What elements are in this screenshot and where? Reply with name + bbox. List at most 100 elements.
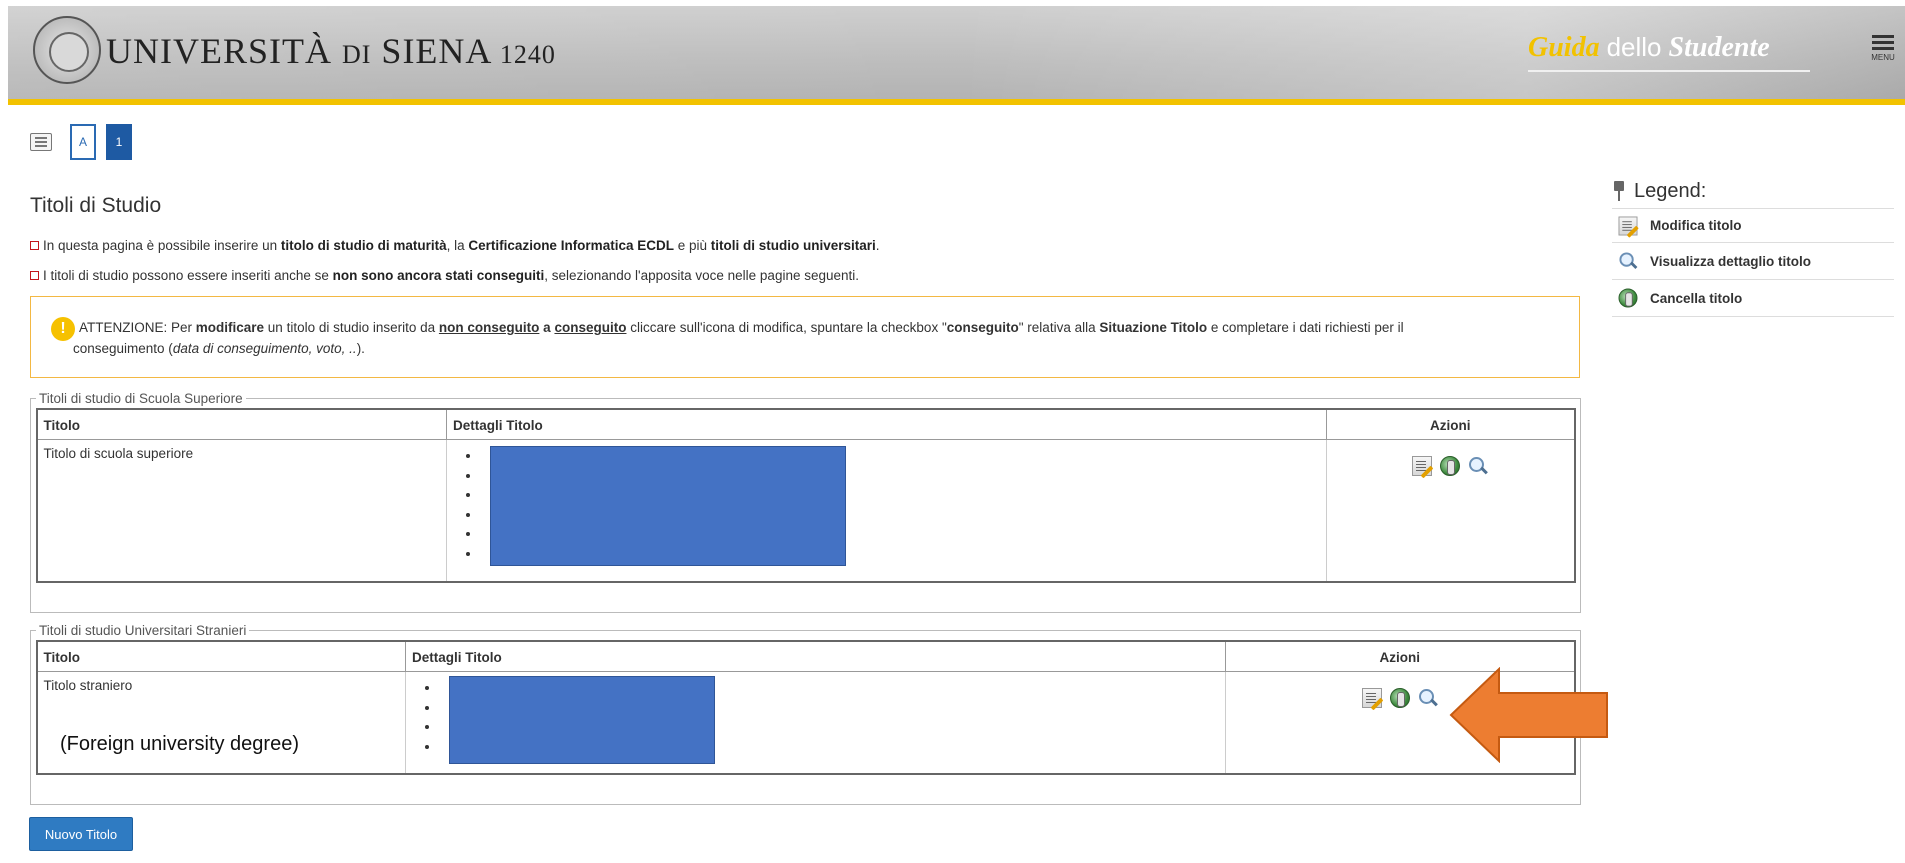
alert-text: " relativa alla	[1018, 320, 1100, 335]
intro-bold: Certificazione Informatica ECDL	[468, 238, 674, 253]
university-name-di: DI	[341, 40, 372, 69]
red-square-bullet-icon	[30, 241, 39, 250]
intro-text: e più	[673, 238, 711, 253]
list-icon-line	[35, 141, 47, 143]
list-icon-line	[35, 145, 47, 147]
site-header: UNIVERSITÀ DI SIENA 1240 Guida dello Stu…	[8, 6, 1905, 99]
foreign-titles-fieldset: Titoli di studio Universitari Stranieri …	[30, 623, 1581, 805]
alert-text: e completare i dati richiesti per il	[1207, 320, 1404, 335]
legend-title-text: Legend:	[1634, 179, 1707, 202]
row-details-cell	[446, 439, 1327, 583]
delete-globe-icon[interactable]	[1389, 688, 1410, 708]
header-accent-bar	[8, 99, 1905, 105]
foreign-titles-legend: Titoli di studio Universitari Stranieri	[39, 623, 247, 638]
intro-text: In questa pagina è possibile inserire un	[43, 238, 281, 253]
university-name[interactable]: UNIVERSITÀ DI SIENA 1240	[106, 30, 556, 72]
legend-item-label: Modifica titolo	[1650, 218, 1742, 233]
step-navigator: A 1	[30, 124, 132, 160]
delete-globe-icon	[1618, 288, 1638, 308]
legend-panel: Legend: Modifica titolo Visualizza detta…	[1612, 178, 1894, 317]
university-year: 1240	[499, 40, 556, 69]
school-titles-table: Titolo Dettagli Titolo Azioni Titolo di …	[35, 408, 1576, 583]
row-actions	[1333, 446, 1568, 476]
alert-text: ).	[356, 341, 365, 356]
table-header-row: Titolo Dettagli Titolo Azioni	[35, 408, 1576, 440]
alert-underlined: conseguito	[554, 320, 627, 335]
table-row: Titolo di scuola superiore	[35, 439, 1576, 583]
redaction-box	[490, 446, 846, 566]
edit-icon[interactable]	[1361, 688, 1382, 708]
school-titles-fieldset: Titoli di studio di Scuola Superiore Tit…	[30, 391, 1581, 613]
foreign-degree-annotation: (Foreign university degree)	[60, 733, 299, 755]
guide-word-guida: Guida	[1528, 32, 1600, 63]
alert-bold: conseguito	[946, 320, 1019, 335]
table-row: Titolo straniero	[35, 671, 1576, 775]
edit-icon[interactable]	[1412, 456, 1433, 476]
new-title-button[interactable]: Nuovo Titolo	[29, 817, 133, 851]
attention-alert: ! ATTENZIONE: Per modificare un titolo d…	[30, 296, 1580, 378]
intro-bold: non sono ancora stati conseguiti	[332, 268, 545, 283]
annotation-arrow-icon	[1449, 667, 1608, 763]
step-1-current[interactable]: 1	[106, 124, 132, 160]
alert-bold: modificare	[195, 320, 265, 335]
university-name-main: UNIVERSITÀ	[106, 31, 332, 71]
row-title-cell: Titolo di scuola superiore	[35, 439, 447, 583]
warning-icon: !	[51, 317, 75, 341]
column-header-azioni: Azioni	[1326, 408, 1576, 440]
row-actions-cell	[1326, 439, 1576, 583]
legend-item-view: Visualizza dettaglio titolo	[1612, 243, 1894, 280]
redaction-box	[449, 676, 715, 764]
list-icon-line	[35, 137, 47, 139]
alert-text: cliccare sull'icona di modifica, spuntar…	[626, 320, 947, 335]
page-title: Titoli di Studio	[30, 194, 162, 217]
edit-icon	[1618, 216, 1638, 235]
guide-word-studente: Studente	[1668, 32, 1770, 63]
alert-italic: data di conseguimento, voto, ..	[172, 341, 357, 356]
table-header-row: Titolo Dettagli Titolo Azioni	[35, 640, 1576, 672]
school-titles-legend: Titoli di studio di Scuola Superiore	[39, 391, 243, 406]
column-header-dettagli: Dettagli Titolo	[446, 408, 1327, 440]
list-icon[interactable]	[30, 133, 52, 151]
intro-bold: titolo di studio di maturità	[280, 238, 447, 253]
guide-underline	[1528, 70, 1810, 72]
legend-title: Legend:	[1612, 178, 1894, 204]
alert-bold: a	[543, 320, 551, 335]
hamburger-icon	[1872, 35, 1894, 38]
row-details-cell	[405, 671, 1226, 775]
magnifier-icon[interactable]	[1418, 688, 1438, 708]
menu-button[interactable]: MENU	[1868, 32, 1898, 72]
column-header-titolo: Titolo	[35, 408, 447, 440]
intro-line-1: In questa pagina è possibile inserire un…	[30, 238, 880, 253]
legend-item-label: Visualizza dettaglio titolo	[1650, 253, 1812, 269]
step-a[interactable]: A	[70, 124, 96, 160]
pushpin-icon	[1612, 181, 1626, 201]
menu-label: MENU	[1871, 53, 1895, 62]
hamburger-icon-bar-3	[1872, 47, 1894, 50]
alert-bold: Situazione Titolo	[1099, 320, 1208, 335]
intro-line-2: I titoli di studio possono essere inseri…	[30, 268, 859, 283]
intro-text: .	[875, 238, 880, 253]
alert-text: un titolo di studio inserito da	[264, 320, 439, 335]
hamburger-icon-bar-2	[1872, 41, 1894, 44]
university-seal-logo[interactable]	[33, 16, 101, 84]
alert-text: ATTENZIONE: Per	[79, 320, 196, 335]
guida-dello-studente-logo[interactable]: Guida dello Studente	[1528, 32, 1770, 64]
row-title-cell: Titolo straniero	[35, 671, 406, 775]
intro-text: , la	[446, 238, 469, 253]
guide-word-dello: dello	[1606, 32, 1662, 62]
intro-text: I titoli di studio possono essere inseri…	[43, 268, 333, 283]
column-header-titolo: Titolo	[35, 640, 406, 672]
column-header-dettagli: Dettagli Titolo	[405, 640, 1226, 672]
legend-item-label: Cancella titolo	[1650, 290, 1743, 306]
legend-item-delete: Cancella titolo	[1612, 280, 1894, 317]
magnifier-icon	[1619, 252, 1638, 271]
red-square-bullet-icon	[30, 271, 39, 280]
legend-item-edit: Modifica titolo	[1612, 209, 1894, 243]
alert-text: conseguimento (	[73, 341, 173, 356]
alert-underlined: non conseguito	[438, 320, 540, 335]
magnifier-icon[interactable]	[1468, 456, 1488, 476]
university-name-city: SIENA	[381, 31, 493, 71]
intro-bold: titoli di studio universitari	[710, 238, 876, 253]
intro-text: , selezionando l'apposita voce nelle pag…	[544, 268, 860, 283]
delete-globe-icon[interactable]	[1440, 456, 1461, 476]
